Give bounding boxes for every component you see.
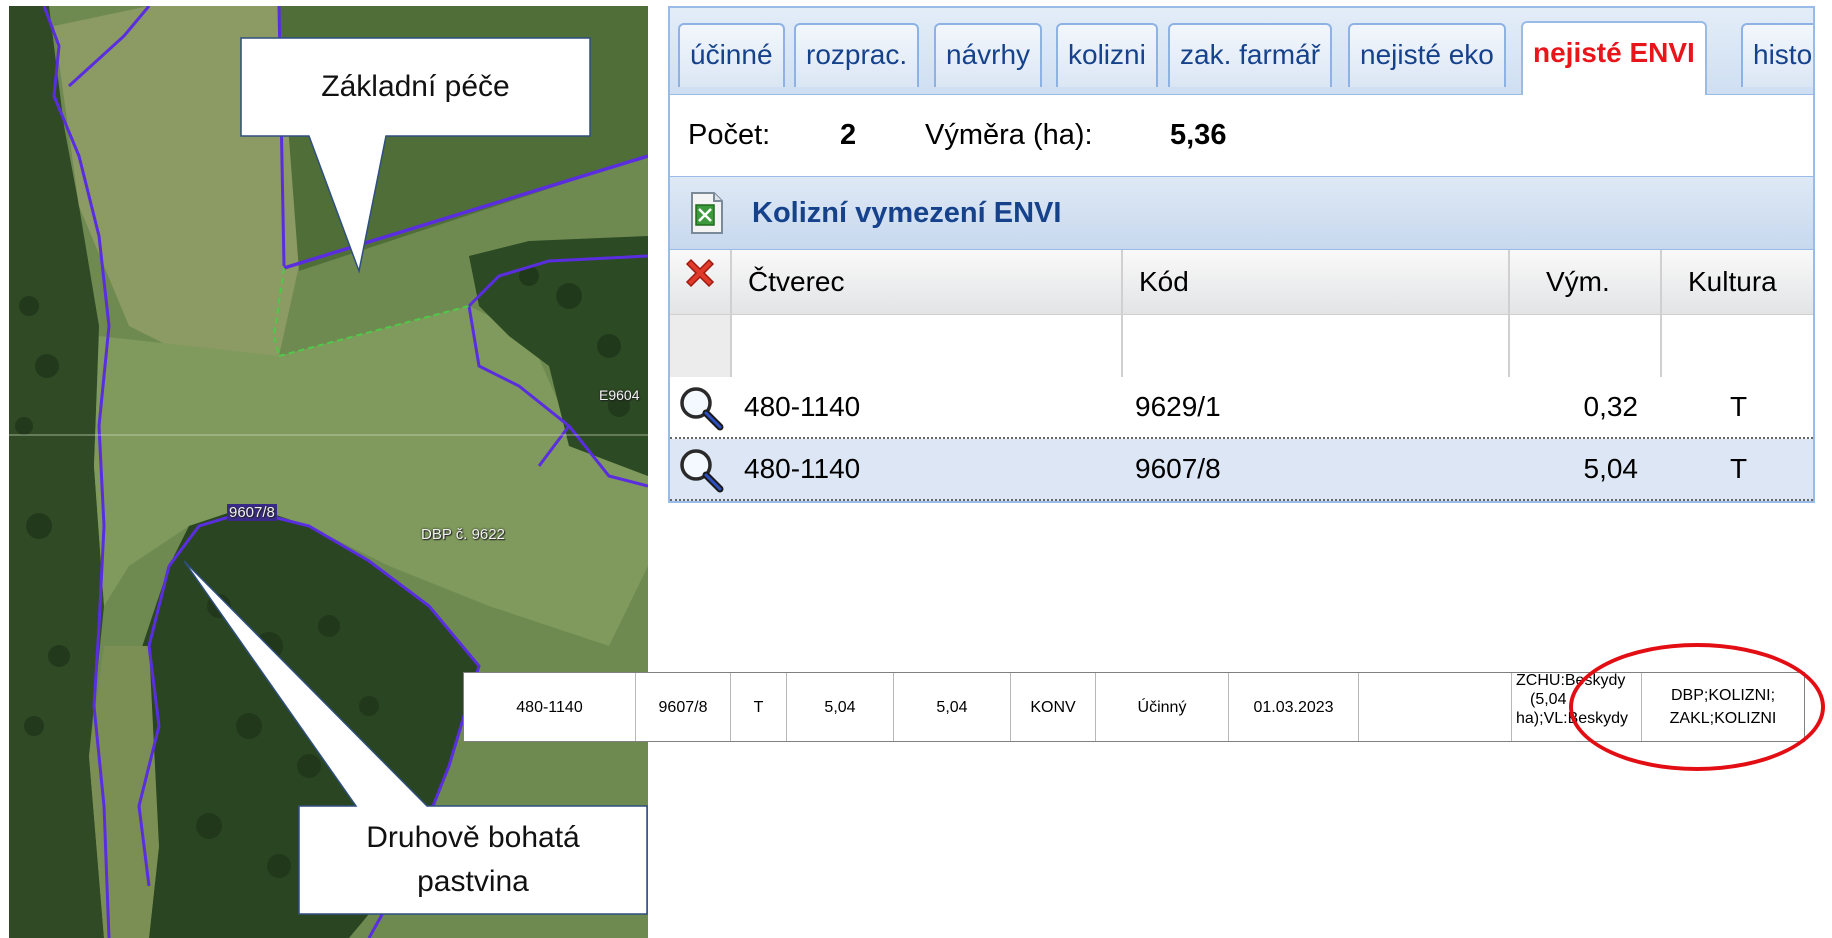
detail-kultura: T [731, 673, 787, 741]
cell-kod: 9607/8 [1135, 453, 1221, 484]
detail-zchu: ZCHU:Beskydy (5,04 ha);VL:Beskydy [1512, 673, 1642, 741]
filter-ctverec-input[interactable] [732, 315, 1123, 377]
tab-nejiste-envi[interactable]: nejisté ENVI [1521, 21, 1707, 95]
column-header-kultura[interactable]: Kultura [1662, 250, 1813, 314]
summary-bar: Počet: 2 Výměra (ha): 5,36 [670, 95, 1813, 175]
tab-rozprac[interactable]: rozprac. [794, 23, 920, 87]
tab-zak-farmar[interactable]: zak. farmář [1168, 23, 1333, 87]
detail-stav: Účinný [1096, 673, 1229, 741]
cell-ctverec: 480-1140 [744, 453, 861, 484]
filter-kod-input[interactable] [1123, 315, 1510, 377]
detail-flags: DBP;KOLIZNI; ZAKL;KOLIZNI [1642, 673, 1804, 741]
tab-kolizni[interactable]: kolizni [1056, 23, 1158, 87]
filter-spacer [670, 315, 732, 377]
cell-kultura: T [1730, 391, 1748, 422]
area-value: 5,36 [1170, 119, 1227, 151]
tab-bar: účinné rozprac. návrhy kolizni zak. farm… [670, 8, 1813, 95]
table-row[interactable]: 480-1140 9607/8 5,04 T [670, 439, 1813, 501]
count-label: Počet: [688, 119, 771, 151]
cell-vym: 5,04 [1583, 453, 1639, 484]
detail-zchu-line3: ha);VL:Beskydy [1516, 710, 1629, 727]
tab-histo[interactable]: histo [1741, 23, 1813, 87]
detail-flags-line1: DBP;KOLIZNI; [1670, 687, 1776, 704]
grid-header-row: Čtverec Kód Vým. Kultura [670, 250, 1813, 316]
detail-datum: 01.03.2023 [1229, 673, 1359, 741]
cell-kod: 9629/1 [1135, 391, 1221, 422]
filter-kultura-input[interactable] [1662, 315, 1813, 377]
detail-kod: 9607/8 [636, 673, 731, 741]
parcel-label-dbp-9622: DBP č. 9622 [421, 526, 505, 543]
grid-title-bar: Kolizní vymezení ENVI [670, 176, 1813, 250]
filter-vym-input[interactable] [1510, 315, 1662, 377]
detail-vymera: 5,04 [787, 673, 894, 741]
detail-vymera-2: 5,04 [894, 673, 1011, 741]
cell-vym: 0,32 [1583, 391, 1639, 422]
clear-filter-button[interactable] [670, 250, 732, 314]
excel-export-icon[interactable] [688, 191, 724, 235]
detail-zchu-line1: ZCHU:Beskydy [1516, 673, 1626, 689]
grid-title: Kolizní vymezení ENVI [752, 197, 1062, 229]
column-header-vym[interactable]: Vým. [1510, 250, 1662, 314]
parcel-label-e9604: E9604 [599, 387, 640, 403]
callout-druhove-bohata-line1: Druhově bohatá [366, 821, 580, 854]
detail-zchu-line2: (5,04 [1530, 691, 1567, 708]
aerial-map-canvas [9, 6, 648, 938]
detail-ctverec: 480-1140 [464, 673, 636, 741]
table-row[interactable]: 480-1140 9629/1 0,32 T [670, 377, 1813, 439]
tab-ucinne[interactable]: účinné [678, 23, 785, 87]
parcel-label-9607-8: 9607/8 [227, 504, 277, 521]
grid-panel: účinné rozprac. návrhy kolizni zak. farm… [668, 6, 1815, 503]
cell-kultura: T [1730, 453, 1748, 484]
tab-nejiste-eko[interactable]: nejisté eko [1348, 23, 1506, 87]
magnifier-icon[interactable] [676, 383, 726, 440]
area-label: Výměra (ha): [925, 119, 1093, 151]
detail-flags-line2: ZAKL;KOLIZNI [1669, 710, 1777, 727]
callout-zakladni-pece: Základní péče [321, 70, 510, 103]
detail-row[interactable]: 480-1140 9607/8 T 5,04 5,04 KONV Účinný … [463, 672, 1805, 742]
detail-empty [1359, 673, 1512, 741]
delete-x-icon [682, 250, 718, 314]
detail-rezim: KONV [1011, 673, 1096, 741]
count-value: 2 [840, 119, 857, 151]
aerial-map[interactable]: 9607/8 DBP č. 9622 E9604 Základní péče D… [9, 6, 648, 938]
column-header-ctverec[interactable]: Čtverec [732, 250, 1123, 314]
tab-navrhy[interactable]: návrhy [934, 23, 1043, 87]
grid-filter-row [670, 315, 1813, 377]
column-header-kod[interactable]: Kód [1123, 250, 1510, 314]
callout-druhove-bohata-line2: pastvina [417, 865, 529, 898]
magnifier-icon[interactable] [676, 445, 726, 501]
cell-ctverec: 480-1140 [744, 391, 861, 422]
